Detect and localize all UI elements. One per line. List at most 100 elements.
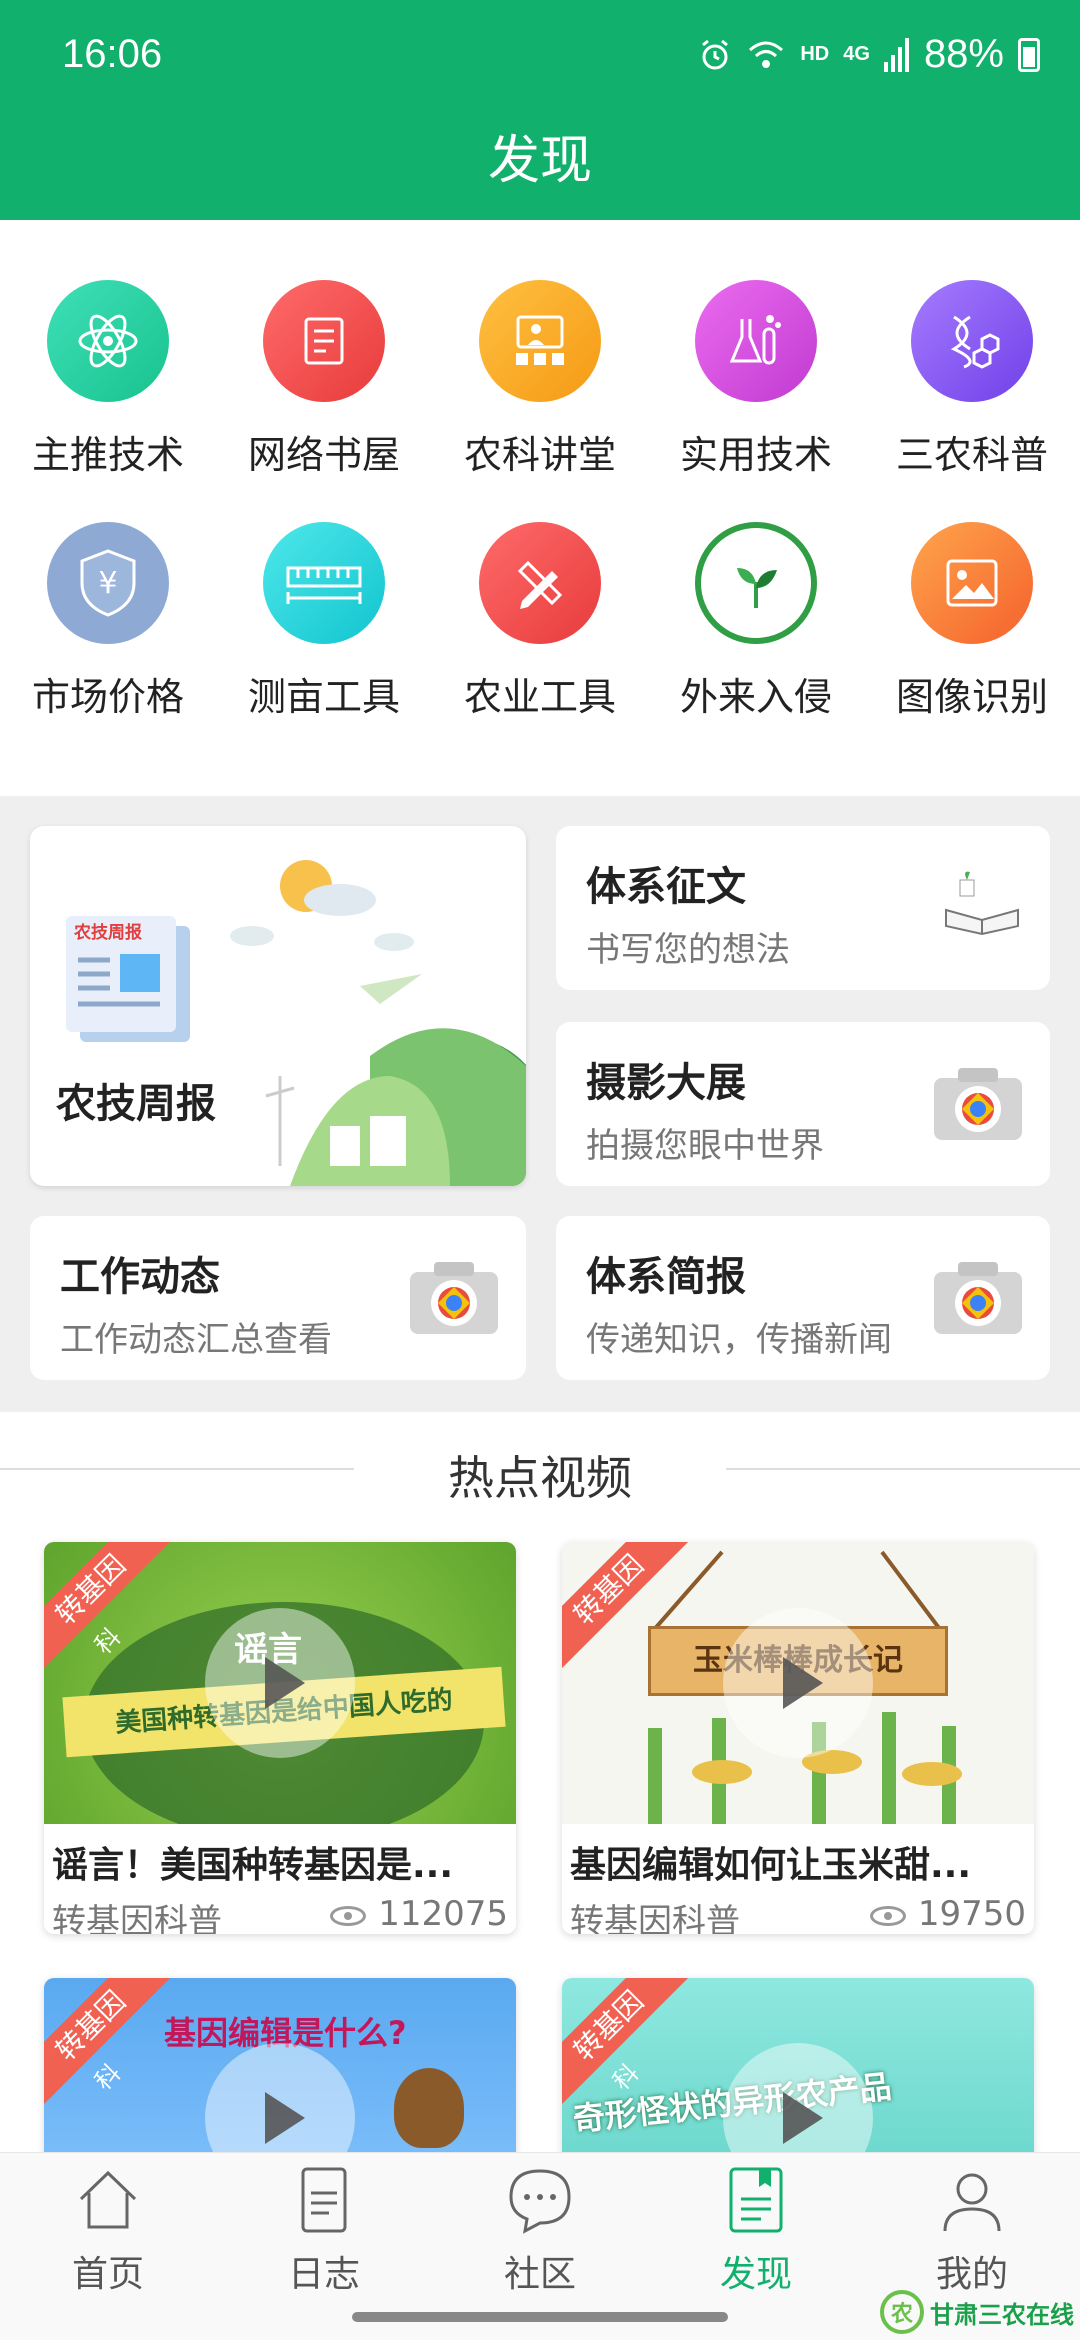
flask-icon bbox=[695, 280, 817, 402]
battery-icon bbox=[1018, 37, 1040, 72]
grid-item-measure-tool[interactable]: 测亩工具 bbox=[216, 522, 432, 721]
video-tag: 转基因科普 bbox=[570, 1902, 740, 1934]
dna-icon bbox=[911, 280, 1033, 402]
camera-icon bbox=[934, 1068, 1022, 1140]
video-thumbnail: 美国种转基因是给中国人吃的 谣言 转基因 科 bbox=[44, 1542, 516, 1824]
network-label: 4G bbox=[843, 43, 870, 65]
video-thumbnail: 玉米棒棒成长记 转基因 bbox=[562, 1542, 1034, 1824]
tab-home[interactable]: 首页 bbox=[0, 2165, 216, 2297]
video-views: 19750 bbox=[869, 1894, 1026, 1934]
grid-item-image-recognition[interactable]: 图像识别 bbox=[864, 522, 1080, 721]
tab-label: 首页 bbox=[71, 2254, 144, 2295]
tab-label: 社区 bbox=[503, 2254, 576, 2295]
photo-subtitle: 拍摄您眼中世界 bbox=[586, 1126, 824, 1166]
grid-item-main-tech[interactable]: 主推技术 bbox=[0, 280, 216, 479]
hot-videos-section: 热点视频 美国种转基因是给中国人吃的 谣言 转基因 科 谣言！美国种转基因是..… bbox=[0, 1412, 1080, 2178]
grid-item-bookstore[interactable]: 网络书屋 bbox=[216, 280, 432, 479]
work-title: 工作动态 bbox=[60, 1254, 220, 1300]
grid-item-farm-tool[interactable]: 农业工具 bbox=[432, 522, 648, 721]
status-icons: HD 4G 88% bbox=[698, 32, 1040, 77]
character-illustration bbox=[394, 2068, 464, 2148]
video-title: 谣言！美国种转基因是... bbox=[52, 1845, 454, 1886]
ribbon-sub: 科 bbox=[89, 2058, 127, 2096]
video-thumbnail: 奇形怪状的异形农产品 转基因 科 bbox=[562, 1978, 1034, 2178]
tab-label: 发现 bbox=[719, 2254, 792, 2295]
grid-label: 网络书屋 bbox=[247, 433, 400, 477]
tab-me[interactable]: 我的 bbox=[864, 2165, 1080, 2297]
status-time: 16:06 bbox=[62, 32, 163, 76]
grid-label: 三农科普 bbox=[895, 433, 1048, 477]
grid-label: 农科讲堂 bbox=[463, 433, 616, 477]
video-meta: 转基因科普 19750 bbox=[570, 1894, 1026, 1934]
view-count: 19750 bbox=[917, 1894, 1026, 1934]
tab-community[interactable]: 社区 bbox=[432, 2165, 648, 2297]
svg-text:¥: ¥ bbox=[98, 566, 117, 601]
grid-label: 农业工具 bbox=[463, 675, 616, 719]
grid-label: 外来入侵 bbox=[679, 675, 832, 719]
grid-label: 实用技术 bbox=[679, 433, 832, 477]
home-icon bbox=[79, 2170, 137, 2229]
book-icon bbox=[263, 280, 385, 402]
hd-label: HD bbox=[800, 43, 830, 65]
tab-discover[interactable]: 发现 bbox=[648, 2165, 864, 2297]
grid-item-invasive[interactable]: 外来入侵 bbox=[648, 522, 864, 721]
grid-label: 主推技术 bbox=[31, 433, 184, 477]
tab-label: 日志 bbox=[287, 2254, 360, 2295]
camera-icon bbox=[410, 1262, 498, 1334]
signal-icon bbox=[883, 37, 909, 72]
video-views: 112075 bbox=[330, 1894, 508, 1934]
page-title: 发现 bbox=[487, 131, 592, 191]
battery-percent: 88% bbox=[923, 32, 1004, 76]
eye-icon bbox=[330, 1905, 367, 1926]
video-card[interactable]: 玉米棒棒成长记 转基因 基因编辑如何让玉米甜... 转基因科普 19750 bbox=[562, 1542, 1034, 1934]
weekly-title: 农技周报 bbox=[56, 1081, 216, 1127]
photo-title: 摄影大展 bbox=[586, 1060, 746, 1106]
feature-grid: 主推技术 网络书屋 农科讲堂 实用技术 三农科普 ¥ 市场价格 测亩工具 农业工… bbox=[0, 220, 1080, 796]
view-count: 112075 bbox=[378, 1894, 508, 1934]
watermark-text: 甘肃三农在线 bbox=[930, 2300, 1074, 2329]
brief-card[interactable]: 体系简报 传递知识，传播新闻 bbox=[556, 1216, 1050, 1380]
video-title: 基因编辑如何让玉米甜... bbox=[570, 1845, 972, 1886]
video-card[interactable]: 基因编辑是什么? 转基因 科 bbox=[44, 1978, 516, 2178]
video-meta: 转基因科普 112075 bbox=[52, 1894, 508, 1934]
leaf-icon bbox=[695, 522, 817, 644]
video-card[interactable]: 奇形怪状的异形农产品 转基因 科 bbox=[562, 1978, 1034, 2178]
grid-item-lecture[interactable]: 农科讲堂 bbox=[432, 280, 648, 479]
atom-icon bbox=[47, 280, 169, 402]
watermark-logo: 农 bbox=[880, 2290, 924, 2334]
lecture-icon bbox=[479, 280, 601, 402]
play-icon[interactable] bbox=[723, 1608, 873, 1758]
user-icon bbox=[943, 2173, 1001, 2232]
essay-subtitle: 书写您的想法 bbox=[586, 930, 790, 970]
camera-icon bbox=[934, 1262, 1022, 1334]
weekly-report-card[interactable]: 农技周报 农技周报 bbox=[30, 826, 526, 1186]
weekly-badge: 农技周报 bbox=[74, 923, 142, 943]
grid-item-market-price[interactable]: ¥ 市场价格 bbox=[0, 522, 216, 721]
grid-item-science[interactable]: 三农科普 bbox=[864, 280, 1080, 479]
log-icon bbox=[301, 2167, 347, 2233]
chat-icon bbox=[509, 2169, 571, 2234]
work-news-card[interactable]: 工作动态 工作动态汇总查看 bbox=[30, 1216, 526, 1380]
section-title: 热点视频 bbox=[448, 1451, 632, 1505]
wifi-icon bbox=[749, 41, 784, 68]
video-tag: 转基因科普 bbox=[52, 1902, 222, 1934]
eye-icon bbox=[869, 1905, 906, 1926]
alarm-icon bbox=[702, 39, 729, 69]
discover-icon bbox=[729, 2167, 783, 2233]
site-watermark: 农 甘肃三农在线 bbox=[880, 2290, 1074, 2334]
video-card[interactable]: 美国种转基因是给中国人吃的 谣言 转基因 科 谣言！美国种转基因是... 转基因… bbox=[44, 1542, 516, 1934]
tab-log[interactable]: 日志 bbox=[216, 2165, 432, 2297]
play-icon[interactable] bbox=[205, 1608, 355, 1758]
grid-label: 市场价格 bbox=[31, 675, 184, 719]
essay-card[interactable]: 体系征文 书写您的想法 bbox=[556, 826, 1050, 990]
brief-subtitle: 传递知识，传播新闻 bbox=[586, 1320, 892, 1360]
image-icon bbox=[911, 522, 1033, 644]
photo-card[interactable]: 摄影大展 拍摄您眼中世界 bbox=[556, 1022, 1050, 1186]
grid-item-practical-tech[interactable]: 实用技术 bbox=[648, 280, 864, 479]
ruler-icon bbox=[263, 522, 385, 644]
book-plant-icon bbox=[945, 871, 1019, 936]
brief-title: 体系简报 bbox=[586, 1254, 746, 1300]
video-thumbnail: 基因编辑是什么? 转基因 科 bbox=[44, 1978, 516, 2178]
yuan-shield-icon: ¥ bbox=[47, 522, 169, 644]
home-indicator[interactable] bbox=[352, 2312, 728, 2322]
